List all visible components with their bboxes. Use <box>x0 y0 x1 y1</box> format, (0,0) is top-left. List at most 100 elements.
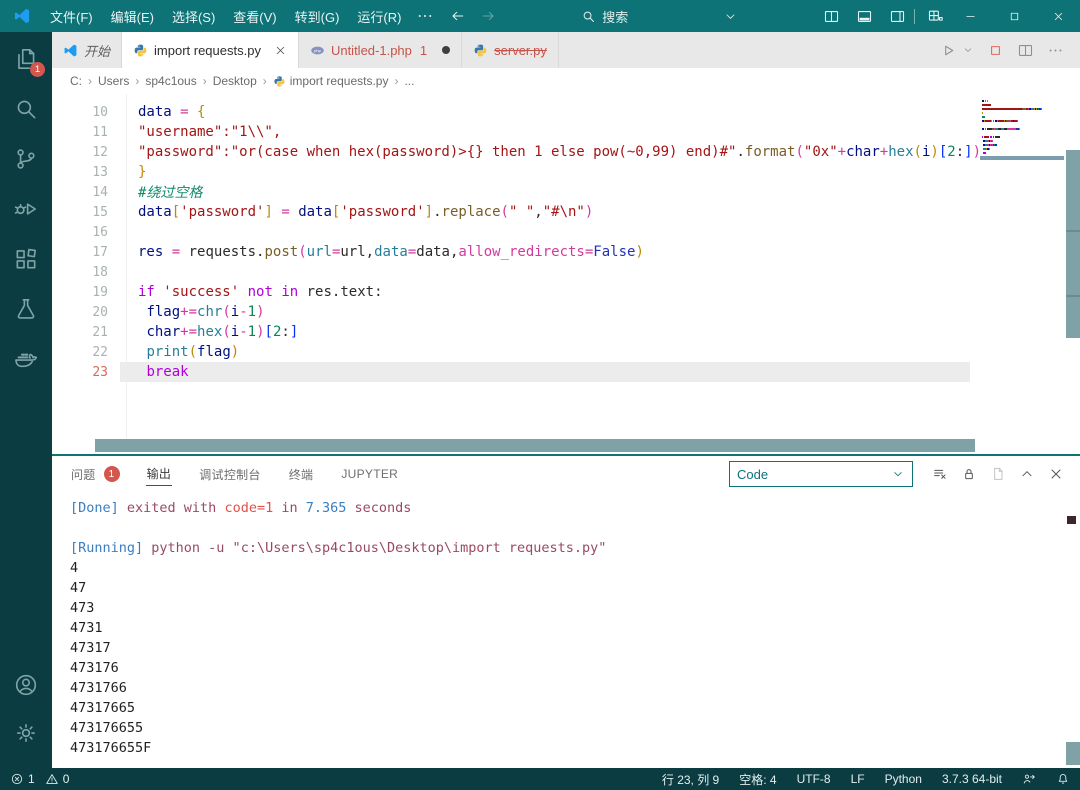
line-number[interactable]: 14 <box>52 185 108 200</box>
search-box[interactable]: 搜索 <box>581 7 628 26</box>
close-button[interactable] <box>1048 466 1064 482</box>
minimize-button[interactable] <box>948 0 992 32</box>
sidebar-item-extensions[interactable] <box>13 246 39 272</box>
sidebar-item-run-debug[interactable] <box>13 196 39 222</box>
more-button[interactable] <box>1047 42 1064 59</box>
status-feedback[interactable] <box>1022 772 1036 786</box>
chevron-down-button[interactable] <box>962 44 974 56</box>
code-line-15[interactable]: 15 data['password'] = data['password'].re… <box>52 202 1080 222</box>
code-line-12[interactable]: 12 "password":"or(case when hex(password)… <box>52 142 1080 162</box>
code-line-10[interactable]: 10 data = { <box>52 102 1080 122</box>
status-item[interactable]: LF <box>851 772 865 786</box>
menu-item[interactable]: 运行(R) <box>348 7 410 26</box>
dirty-dot-icon[interactable] <box>442 46 451 54</box>
code-line-22[interactable]: 22 print(flag) <box>52 342 1080 362</box>
panel-tab-jupyter[interactable]: JUPYTER <box>340 464 399 484</box>
line-number[interactable]: 21 <box>52 325 108 340</box>
line-number[interactable]: 17 <box>52 245 108 260</box>
code-line-13[interactable]: 13} <box>52 162 1080 182</box>
minimap-slider[interactable] <box>980 156 1064 160</box>
line-number[interactable]: 15 <box>52 205 108 220</box>
panel-tab-输出[interactable]: 输出 <box>145 462 173 486</box>
code-line-19[interactable]: 19 if 'success' not in res.text: <box>52 282 1080 302</box>
tab-untitled-1.php[interactable]: php Untitled-1.php 1 <box>299 32 463 68</box>
breadcrumb-item[interactable]: ... <box>402 74 416 88</box>
output-channel-select[interactable]: Code <box>729 461 913 487</box>
close-tab-icon[interactable] <box>274 44 287 57</box>
breadcrumb-item[interactable]: C: <box>68 74 84 88</box>
tab-import-requests.py[interactable]: import requests.py <box>122 32 299 68</box>
sidebar-item-explorer[interactable]: 1 <box>13 46 45 77</box>
tab-server.py[interactable]: server.py <box>462 32 559 68</box>
output-view[interactable]: [Done] exited with code=1 in 7.365 secon… <box>52 492 1080 768</box>
horizontal-scrollbar[interactable] <box>52 438 1080 454</box>
line-number[interactable]: 23 <box>52 365 108 380</box>
breadcrumb-item[interactable]: Desktop <box>211 74 259 88</box>
sidebar-item-search[interactable] <box>13 96 39 122</box>
status-item[interactable]: 3.7.3 64-bit <box>942 772 1002 786</box>
status-problems[interactable]: 1 <box>10 772 35 786</box>
status-item[interactable]: Python <box>885 772 922 786</box>
split-editor-gray-button[interactable] <box>1017 42 1034 59</box>
menu-item[interactable]: 选择(S) <box>163 7 224 26</box>
menu-item[interactable]: 查看(V) <box>224 7 285 26</box>
status-bell[interactable] <box>1056 772 1070 786</box>
line-number[interactable]: 18 <box>52 265 108 280</box>
minimap[interactable] <box>980 100 1064 160</box>
line-number[interactable]: 13 <box>52 165 108 180</box>
lock-button[interactable] <box>961 466 977 482</box>
sidebar-item-docker[interactable] <box>13 346 39 372</box>
close-button[interactable] <box>1036 0 1080 32</box>
line-number[interactable]: 10 <box>52 105 108 120</box>
line-number[interactable]: 11 <box>52 125 108 140</box>
arrow-left-icon[interactable] <box>450 8 466 24</box>
line-number[interactable]: 19 <box>52 285 108 300</box>
code-line-14[interactable]: 14 #绕过空格 <box>52 182 1080 202</box>
panel-scrollbar-thumb[interactable] <box>1066 742 1080 765</box>
maximize-button[interactable] <box>992 0 1036 32</box>
breadcrumb-item[interactable]: import requests.py <box>271 74 391 88</box>
code-line-20[interactable]: 20 flag+=chr(i-1) <box>52 302 1080 322</box>
code-line-11[interactable]: 11 "username":"1\\", <box>52 122 1080 142</box>
breadcrumb-item[interactable]: sp4c1ous <box>143 74 198 88</box>
sidebar-item-settings[interactable] <box>13 720 39 746</box>
line-number[interactable]: 22 <box>52 345 108 360</box>
status-problems[interactable]: 0 <box>45 772 69 786</box>
sidebar-item-account[interactable] <box>13 672 39 698</box>
customize-layout-icon[interactable] <box>927 8 944 25</box>
breadcrumb-item[interactable]: Users <box>96 74 131 88</box>
menu-item[interactable]: 文件(F) <box>41 7 102 26</box>
stop-button[interactable] <box>987 42 1004 59</box>
line-number[interactable]: 20 <box>52 305 108 320</box>
open-in-editor-button[interactable] <box>990 466 1006 482</box>
line-number[interactable]: 12 <box>52 145 108 160</box>
code-line-23[interactable]: 23 break <box>52 362 1080 382</box>
code-line-21[interactable]: 21 char+=hex(i-1)[2:] <box>52 322 1080 342</box>
menu-item[interactable]: 转到(G) <box>286 7 349 26</box>
sidebar-item-source-control[interactable] <box>13 146 39 172</box>
code-line-16[interactable]: 16 <box>52 222 1080 242</box>
clear-output-button[interactable] <box>932 466 948 482</box>
layout-sidebar-icon[interactable] <box>889 8 906 25</box>
status-item[interactable]: UTF-8 <box>797 772 831 786</box>
code-line-18[interactable]: 18 <box>52 262 1080 282</box>
split-editor-icon[interactable] <box>823 8 840 25</box>
panel-tab-调试控制台[interactable]: 调试控制台 <box>198 463 262 486</box>
menu-item[interactable]: 编辑(E) <box>102 7 163 26</box>
panel-tab-问题[interactable]: 问题 1 <box>70 463 120 486</box>
layout-panel-icon[interactable] <box>856 8 873 25</box>
panel-tab-终端[interactable]: 终端 <box>288 463 315 486</box>
vertical-scrollbar-thumb[interactable] <box>1066 150 1080 338</box>
arrow-right-icon[interactable] <box>480 8 496 24</box>
more-menus-icon[interactable] <box>416 7 434 25</box>
chevron-up-button[interactable] <box>1019 466 1035 482</box>
code-editor[interactable]: 10 data = {11 "username":"1\\", 12 "password… <box>52 94 1080 438</box>
status-item[interactable]: 空格: 4 <box>739 771 776 788</box>
run-button[interactable] <box>940 42 957 59</box>
horizontal-scrollbar-thumb[interactable] <box>95 439 975 452</box>
tab--[interactable]: 开始 <box>52 32 123 68</box>
sidebar-item-testing[interactable] <box>13 296 39 322</box>
code-line-17[interactable]: 17 res = requests.post(url=url,data=data,… <box>52 242 1080 262</box>
line-number[interactable]: 16 <box>52 225 108 240</box>
status-item[interactable]: 行 23, 列 9 <box>662 771 719 788</box>
